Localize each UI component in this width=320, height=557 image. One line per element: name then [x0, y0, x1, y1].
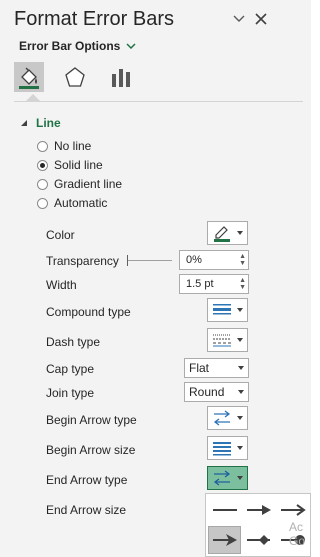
radio-solid-line[interactable]: Solid line	[37, 158, 103, 172]
spinner-arrows[interactable]: ▲ ▼	[239, 251, 246, 269]
arrow-open-icon	[280, 504, 306, 516]
gallery-item-arrow[interactable]	[242, 496, 275, 524]
pane-title: Format Error Bars	[14, 8, 175, 30]
join-type-select[interactable]: Round	[184, 382, 249, 402]
line-section-header[interactable]: Line	[20, 116, 61, 130]
slider-thumb[interactable]	[127, 255, 128, 266]
chevron-down-icon	[237, 338, 243, 342]
begin-arrow-size-label: Begin Arrow size	[46, 443, 136, 457]
radio-no-line[interactable]: No line	[37, 139, 91, 153]
transparency-slider[interactable]	[127, 255, 172, 266]
bar-chart-icon	[112, 69, 130, 87]
tab-fill-line[interactable]	[14, 62, 44, 92]
begin-arrow-type-label: Begin Arrow type	[46, 413, 137, 427]
pentagon-icon	[65, 67, 85, 87]
color-picker-button[interactable]	[207, 221, 248, 245]
pen-color-icon	[214, 226, 230, 242]
format-error-bars-pane: Format Error Bars Error Bar Options Line…	[0, 0, 311, 557]
width-spinner[interactable]: 1.5 pt ▲ ▼	[179, 274, 249, 294]
dash-type-label: Dash type	[46, 335, 101, 349]
arrow-types-icon	[213, 470, 231, 486]
compound-type-label: Compound type	[46, 305, 131, 319]
gallery-item-diamond-arrow[interactable]	[242, 526, 275, 554]
watermark-line-2: Go	[289, 534, 306, 548]
tab-divider	[14, 101, 303, 102]
chevron-down-icon	[126, 43, 136, 49]
end-arrow-type-label: End Arrow type	[46, 473, 128, 487]
collapse-triangle-icon	[21, 120, 27, 126]
activate-windows-watermark: Ac Go	[289, 520, 305, 548]
width-value: 1.5 pt	[186, 278, 214, 290]
end-arrow-size-label: End Arrow size	[46, 503, 127, 517]
transparency-value: 0%	[186, 254, 202, 266]
gallery-item-stealth-arrow[interactable]	[208, 526, 241, 554]
arrow-diamond-icon	[246, 535, 270, 545]
error-bar-options-label: Error Bar Options	[19, 39, 121, 53]
paint-bucket-icon	[19, 67, 39, 89]
radio-label-gradient-line: Gradient line	[54, 177, 123, 191]
watermark-line-1: Ac	[289, 520, 304, 534]
radio-button[interactable]	[37, 197, 48, 209]
end-arrow-type-button[interactable]	[207, 466, 248, 490]
radio-button[interactable]	[37, 159, 48, 171]
chevron-down-icon	[237, 446, 243, 450]
pane-options-chevron-icon[interactable]	[229, 9, 249, 29]
compound-lines-icon	[213, 304, 231, 315]
arrow-stealth-icon	[212, 534, 237, 546]
radio-label-solid-line: Solid line	[54, 158, 103, 172]
arrow-types-icon	[213, 410, 231, 426]
join-type-label: Join type	[46, 386, 95, 400]
radio-label-no-line: No line	[54, 139, 92, 153]
tab-effects[interactable]	[60, 62, 90, 92]
line-section-title: Line	[36, 116, 61, 130]
format-tabs	[14, 62, 136, 92]
spinner-arrows[interactable]: ▲ ▼	[239, 275, 246, 293]
dash-lines-icon	[213, 334, 231, 347]
chevron-down-icon	[237, 476, 243, 480]
dash-type-button[interactable]	[207, 328, 248, 352]
arrow-size-icon	[213, 442, 231, 456]
cap-type-select[interactable]: Flat	[184, 358, 249, 378]
cap-type-label: Cap type	[46, 362, 95, 376]
arrow-filled-icon	[246, 505, 271, 515]
begin-arrow-type-button[interactable]	[207, 406, 248, 430]
chevron-down-icon	[237, 416, 243, 420]
gallery-item-line[interactable]	[208, 496, 241, 524]
begin-arrow-size-button[interactable]	[207, 436, 248, 460]
line-no-arrow-icon	[212, 509, 237, 511]
color-label: Color	[46, 228, 75, 242]
radio-automatic[interactable]: Automatic	[37, 196, 107, 210]
join-type-value: Round	[189, 385, 225, 399]
chevron-down-icon	[237, 308, 243, 312]
compound-type-button[interactable]	[207, 298, 248, 322]
radio-gradient-line[interactable]: Gradient line	[37, 177, 122, 191]
cap-type-value: Flat	[189, 361, 210, 375]
transparency-spinner[interactable]: 0% ▲ ▼	[179, 250, 249, 270]
transparency-label: Transparency	[46, 254, 119, 268]
error-bar-options-dropdown[interactable]: Error Bar Options	[19, 39, 136, 53]
chevron-down-icon	[238, 390, 244, 394]
radio-button[interactable]	[37, 140, 48, 152]
radio-label-automatic: Automatic	[54, 196, 108, 210]
chevron-down-icon	[237, 231, 243, 235]
radio-button[interactable]	[37, 178, 48, 190]
width-label: Width	[46, 278, 77, 292]
tab-bar-options[interactable]	[106, 62, 136, 92]
chevron-down-icon	[238, 366, 244, 370]
close-icon[interactable]	[251, 9, 271, 29]
